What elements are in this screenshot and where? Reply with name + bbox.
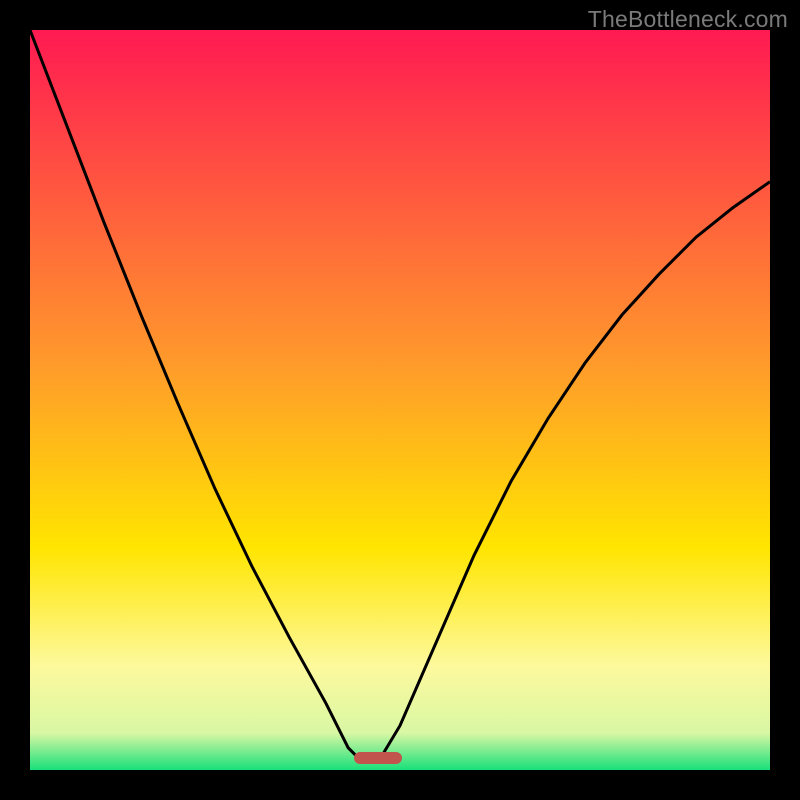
outer-frame: TheBottleneck.com (0, 0, 800, 800)
curve-right-branch (378, 182, 770, 763)
curve-left-branch (30, 30, 363, 763)
watermark-text: TheBottleneck.com (588, 6, 788, 33)
bottleneck-curve (30, 30, 770, 770)
bottleneck-marker (354, 752, 402, 764)
plot-area (30, 30, 770, 770)
